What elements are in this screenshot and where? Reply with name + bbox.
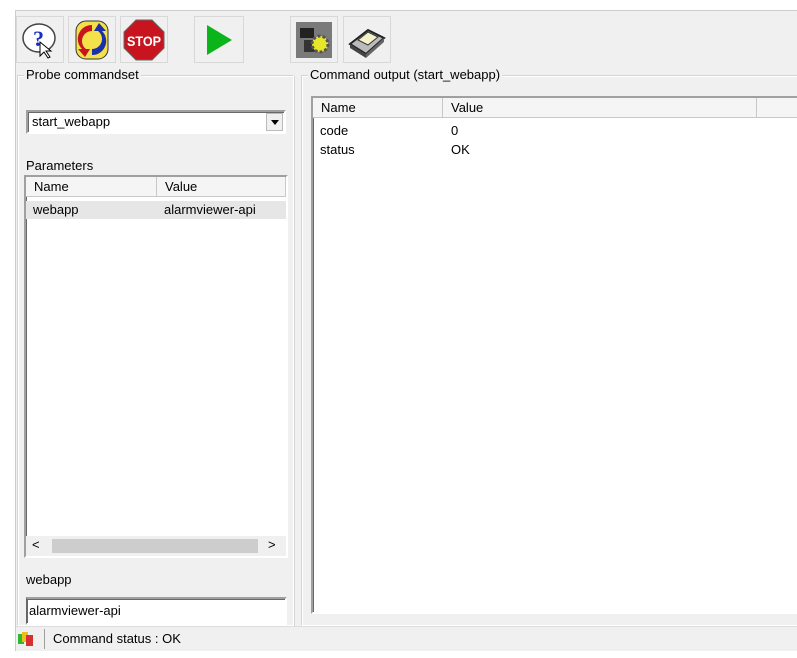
help-button[interactable]: ?	[16, 16, 64, 63]
table-row[interactable]: code 0	[313, 123, 793, 141]
play-icon	[207, 24, 232, 55]
chevron-down-icon[interactable]	[266, 113, 283, 131]
probe-utility-window: ? STOP Probe commandset start_webapp Par…	[15, 10, 797, 651]
webapp-field-label: webapp	[26, 572, 72, 587]
run-button[interactable]	[194, 16, 244, 63]
printer-icon	[348, 28, 386, 58]
status-bar: Command status : OK	[16, 626, 797, 651]
gear-icon	[296, 21, 332, 58]
probe-commandset-title: Probe commandset	[24, 67, 141, 82]
help-icon: ?	[22, 22, 56, 59]
refresh-icon	[75, 20, 109, 59]
table-row[interactable]: webapp alarmviewer-api	[26, 201, 286, 219]
column-header-value[interactable]: Value	[443, 98, 757, 118]
output-name: status	[320, 142, 355, 157]
table-row[interactable]: status OK	[313, 142, 793, 160]
column-header-value[interactable]: Value	[157, 177, 286, 197]
command-output-list[interactable]: Name Value code 0 status OK	[311, 96, 797, 614]
output-name: code	[320, 123, 349, 138]
parameters-label: Parameters	[26, 158, 94, 173]
command-status-text: Command status : OK	[53, 631, 181, 646]
param-value: alarmviewer-api	[164, 202, 256, 217]
webapp-input[interactable]: alarmviewer-api	[26, 597, 287, 625]
stop-button[interactable]: STOP	[120, 16, 168, 63]
status-divider	[44, 629, 45, 649]
output-value: OK	[451, 142, 470, 157]
commandset-select[interactable]: start_webapp	[26, 110, 286, 134]
print-button[interactable]	[343, 16, 391, 63]
param-name: webapp	[33, 202, 79, 217]
parameters-list[interactable]: Name Value webapp alarmviewer-api < >	[24, 175, 288, 558]
column-header-name[interactable]: Name	[313, 98, 443, 118]
stop-icon: STOP	[123, 19, 165, 60]
command-output-group: Command output (start_webapp) Name Value…	[301, 67, 797, 626]
command-output-title: Command output (start_webapp)	[308, 67, 503, 82]
probe-commandset-group: Probe commandset start_webapp Parameters…	[17, 67, 294, 626]
scroll-right-icon[interactable]: >	[268, 537, 276, 552]
output-value: 0	[451, 123, 459, 138]
horizontal-scrollbar[interactable]: < >	[26, 536, 286, 556]
commandset-selected-value: start_webapp	[32, 114, 111, 129]
scrollbar-thumb[interactable]	[52, 539, 258, 553]
configure-button[interactable]	[290, 16, 338, 63]
refresh-button[interactable]	[68, 16, 116, 63]
connection-status-icon	[18, 632, 33, 646]
scroll-left-icon[interactable]: <	[32, 537, 40, 552]
column-header-extra[interactable]	[757, 98, 797, 118]
column-header-name[interactable]: Name	[26, 177, 157, 197]
svg-text:STOP: STOP	[127, 33, 161, 49]
